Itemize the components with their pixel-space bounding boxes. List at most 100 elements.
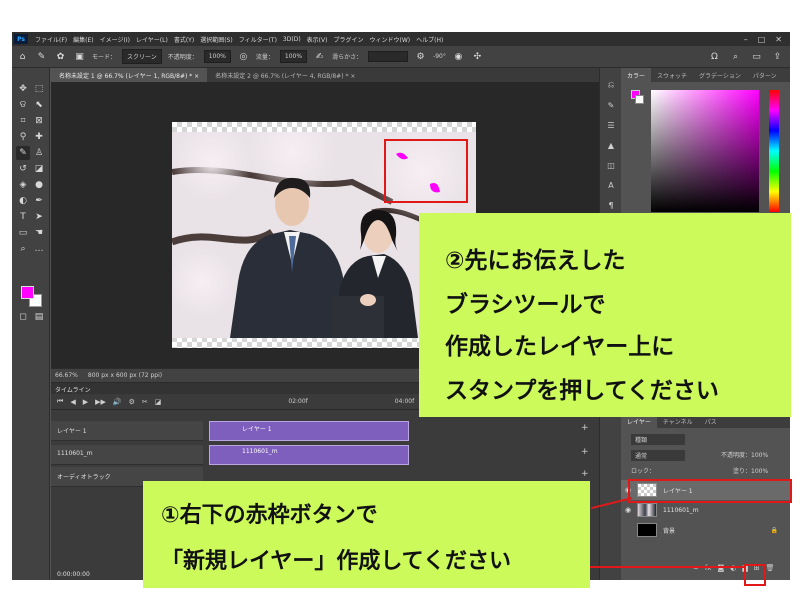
stamp-tool-icon[interactable]: ♙ [32, 146, 46, 160]
minimize-icon[interactable]: – [744, 35, 748, 44]
color-picker-field[interactable] [651, 90, 759, 212]
home-icon[interactable]: ⌂ [16, 50, 29, 63]
gear-icon[interactable]: ⚙ [414, 50, 427, 63]
add-media-icon[interactable]: + [581, 447, 589, 457]
layer-filter-kind[interactable]: 種類 [631, 434, 685, 445]
brush-settings-icon[interactable]: ▣ [73, 50, 86, 63]
track-layer1[interactable]: レイヤー 1 [51, 421, 203, 441]
layer-row-background[interactable]: 背景 🔒 [621, 520, 790, 540]
opacity-field[interactable]: 100% [203, 50, 231, 63]
lasso-tool-icon[interactable]: ଡ [16, 98, 30, 112]
brush-settings-icon[interactable]: ✎ [604, 98, 618, 112]
blend-mode-select[interactable]: 通常 [631, 450, 685, 461]
marquee-tool-icon[interactable]: ⬚ [32, 82, 46, 96]
mode-select[interactable]: スクリーン [122, 49, 162, 64]
workspace-icon[interactable]: ▭ [750, 50, 763, 63]
path-select-icon[interactable]: ➤ [32, 210, 46, 224]
add-media-icon[interactable]: + [581, 423, 589, 433]
pressure-opacity-icon[interactable]: ◎ [237, 50, 250, 63]
brush-tool-icon[interactable]: ✎ [35, 50, 48, 63]
tab-gradients[interactable]: グラデーション [693, 68, 747, 82]
type-tool-icon[interactable]: T [16, 210, 30, 224]
track-photo[interactable]: 1110601_m [51, 445, 203, 465]
paint-bucket-icon[interactable]: ◈ [16, 178, 30, 192]
prev-frame-icon[interactable]: ◀ [70, 398, 75, 406]
rectangle-tool-icon[interactable]: ▭ [16, 226, 30, 240]
menu-filter[interactable]: フィルター(T) [236, 35, 280, 44]
adjustments-icon[interactable]: ☰ [604, 118, 618, 132]
tab-swatches[interactable]: スウォッチ [651, 68, 693, 82]
healing-brush-icon[interactable]: ✚ [32, 130, 46, 144]
zoom-tool-icon[interactable]: ⌕ [16, 242, 30, 256]
brush-tool-icon[interactable]: ✎ [16, 146, 30, 160]
layer-opacity-value[interactable]: 100% [751, 452, 768, 459]
history-brush-icon[interactable]: ↺ [16, 162, 30, 176]
blur-tool-icon[interactable]: ● [32, 178, 46, 192]
add-audio-icon[interactable]: + [581, 469, 589, 479]
brush-preset-icon[interactable]: ✿ [54, 50, 67, 63]
next-frame-icon[interactable]: ▶▶ [95, 398, 106, 406]
menu-edit[interactable]: 編集(E) [70, 35, 96, 44]
symmetry-icon[interactable]: ✣ [471, 50, 484, 63]
search-icon[interactable]: ⌕ [729, 50, 742, 63]
close-icon[interactable]: ✕ [775, 35, 782, 44]
hue-slider[interactable] [769, 90, 779, 212]
eraser-tool-icon[interactable]: ◪ [32, 162, 46, 176]
panel-bg-swatch[interactable] [635, 95, 644, 104]
menu-type[interactable]: 書式(Y) [171, 35, 197, 44]
menu-view[interactable]: 表示(V) [304, 35, 331, 44]
flow-field[interactable]: 100% [279, 50, 308, 63]
clip-layer1[interactable]: レイヤー 1 [209, 421, 409, 441]
audio-icon[interactable]: 🔊 [113, 398, 122, 406]
frame-tool-icon[interactable]: ⊠ [32, 114, 46, 128]
menu-layer[interactable]: レイヤー(L) [133, 35, 171, 44]
quick-select-icon[interactable]: ⬉ [32, 98, 46, 112]
tab-document-1[interactable]: 名称未設定 1 @ 66.7% (レイヤー 1, RGB/8#) * × [51, 68, 208, 82]
settings-icon[interactable]: ⚙ [129, 398, 135, 406]
pen-tool-icon[interactable]: ✒ [32, 194, 46, 208]
dodge-tool-icon[interactable]: ◐ [16, 194, 30, 208]
visibility-eye-icon[interactable]: ◉ [621, 506, 635, 514]
delete-layer-icon[interactable]: 🗑 [766, 564, 775, 572]
menu-help[interactable]: ヘルプ(H) [413, 35, 446, 44]
share-export-icon[interactable]: ⇪ [771, 50, 784, 63]
menu-file[interactable]: ファイル(F) [32, 35, 70, 44]
split-icon[interactable]: ✂ [142, 398, 148, 406]
libraries-icon[interactable]: ◫ [604, 158, 618, 172]
styles-icon[interactable]: ▲ [604, 138, 618, 152]
foreground-color-swatch[interactable] [21, 286, 34, 299]
tab-color[interactable]: カラー [621, 68, 652, 82]
menu-window[interactable]: ウィンドウ(W) [366, 35, 413, 44]
menu-image[interactable]: イメージ(I) [97, 35, 133, 44]
clip-photo[interactable]: 1110601_m [209, 445, 409, 465]
more-tools-icon[interactable]: … [32, 242, 46, 256]
crop-tool-icon[interactable]: ⌗ [16, 114, 30, 128]
share-icon[interactable]: Ω [708, 50, 721, 63]
menu-select[interactable]: 選択範囲(S) [197, 35, 236, 44]
fill-value[interactable]: 100% [751, 468, 768, 475]
quick-mask-icon[interactable]: ◻ [16, 310, 30, 324]
layer-row-photo[interactable]: ◉ 1110601_m [621, 500, 790, 520]
character-icon[interactable]: A [604, 178, 618, 192]
eyedropper-icon[interactable]: ⚲ [16, 130, 30, 144]
airbrush-icon[interactable]: ✍ [313, 50, 326, 63]
pressure-size-icon[interactable]: ◉ [452, 50, 465, 63]
history-icon[interactable]: ⎌ [604, 78, 618, 92]
zoom-level[interactable]: 66.67% [55, 372, 78, 379]
transition-icon[interactable]: ◪ [155, 398, 162, 406]
menu-3d[interactable]: 3D(D) [280, 36, 304, 43]
screen-mode-icon[interactable]: ▤ [32, 310, 46, 324]
tab-document-2[interactable]: 名称未設定 2 @ 66.7% (レイヤー 4, RGB/8#) * × [207, 68, 363, 82]
first-frame-icon[interactable]: ⏮ [57, 397, 63, 406]
tab-patterns[interactable]: パターン [747, 68, 783, 82]
menu-plugins[interactable]: プラグイン [330, 35, 366, 44]
move-tool-icon[interactable]: ✥ [16, 82, 30, 96]
angle-value[interactable]: -90° [433, 53, 446, 60]
hand-tool-icon[interactable]: ☚ [32, 226, 46, 240]
lock-icon[interactable]: 🔒 [771, 527, 778, 534]
smoothing-field[interactable] [368, 51, 409, 62]
paragraph-icon[interactable]: ¶ [604, 198, 618, 212]
play-icon[interactable]: ▶ [83, 398, 88, 406]
maximize-icon[interactable]: □ [758, 35, 766, 44]
document-info[interactable]: 800 px x 600 px (72 ppi) [88, 372, 162, 379]
